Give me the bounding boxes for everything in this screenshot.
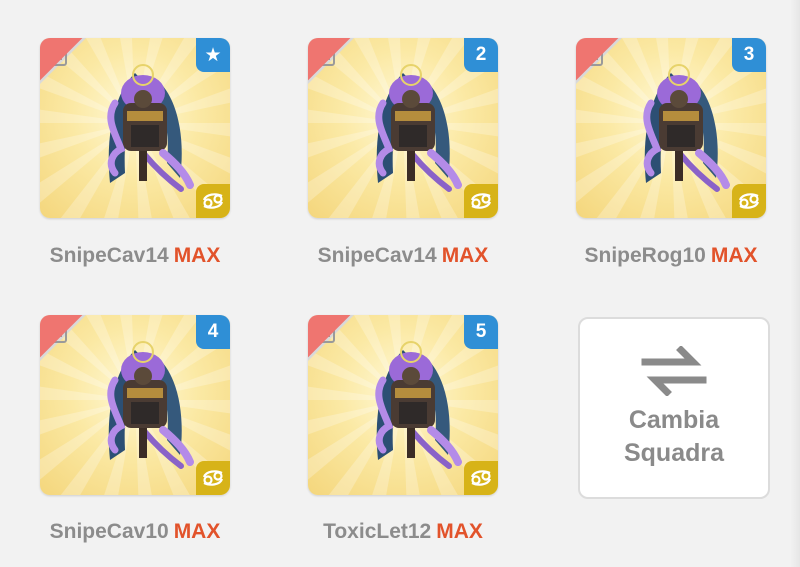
hero-name-label: SnipeRog10 MAX [571,244,771,268]
hero-name: ToxicLet12 [323,520,432,543]
element-sign-badge [464,184,498,218]
change-team-label: Cambia Squadra [624,404,724,470]
slot-number: 3 [743,44,755,65]
max-level-tag: MAX [441,244,489,267]
hero-card[interactable]: Epico 2 [308,38,498,218]
max-level-tag: MAX [173,244,221,267]
hero-card[interactable]: Epico 5 [308,315,498,495]
element-sign-badge [196,184,230,218]
cancer-sign-icon [470,470,492,486]
element-sign-badge [464,461,498,495]
hero-portrait-icon [375,64,462,192]
hero-name: SnipeCav10 [49,520,169,543]
team-slot-badge: 4 [196,315,230,349]
element-sign-badge [732,184,766,218]
team-slot-badge: 5 [464,315,498,349]
hero-name: SnipeCav14 [49,244,169,267]
team-slot-badge: 2 [464,38,498,72]
change-team-button[interactable]: Cambia Squadra [578,317,770,499]
hero-name-label: SnipeCav10 MAX [35,520,235,544]
hero-portrait-icon [107,341,194,469]
hero-name: SnipeRog10 [584,244,706,267]
cancer-sign-icon [202,193,224,209]
hero-name: SnipeCav14 [317,244,437,267]
scroll-edge [790,0,800,567]
team-slot-badge: 3 [732,38,766,72]
cancer-sign-icon [202,470,224,486]
hero-name-label: SnipeCav14 MAX [303,244,503,268]
max-level-tag: MAX [436,520,483,543]
slot-number: 2 [475,44,487,65]
hero-portrait-icon [107,64,194,192]
cancer-sign-icon [738,193,760,209]
max-level-tag: MAX [173,520,221,543]
slot-number: 4 [207,321,219,342]
hero-portrait-icon [643,64,730,192]
hero-name-label: ToxicLet12 MAX [303,520,503,544]
hero-card[interactable]: Epico 3 [576,38,766,218]
hero-portrait-icon [375,341,462,469]
cancer-sign-icon [470,193,492,209]
change-team-line1: Cambia [628,406,720,434]
max-level-tag: MAX [710,244,758,267]
hero-card[interactable]: Epico ★ [40,38,230,218]
change-team-line2: Squadra [623,439,725,467]
star-icon: ★ [204,44,222,66]
slot-number: 5 [475,321,487,342]
hero-card[interactable]: Epico 4 [40,315,230,495]
element-sign-badge [196,461,230,495]
hero-name-label: SnipeCav14 MAX [35,244,235,268]
swap-arrows-icon [641,346,707,396]
team-slot-badge: ★ [196,38,230,72]
